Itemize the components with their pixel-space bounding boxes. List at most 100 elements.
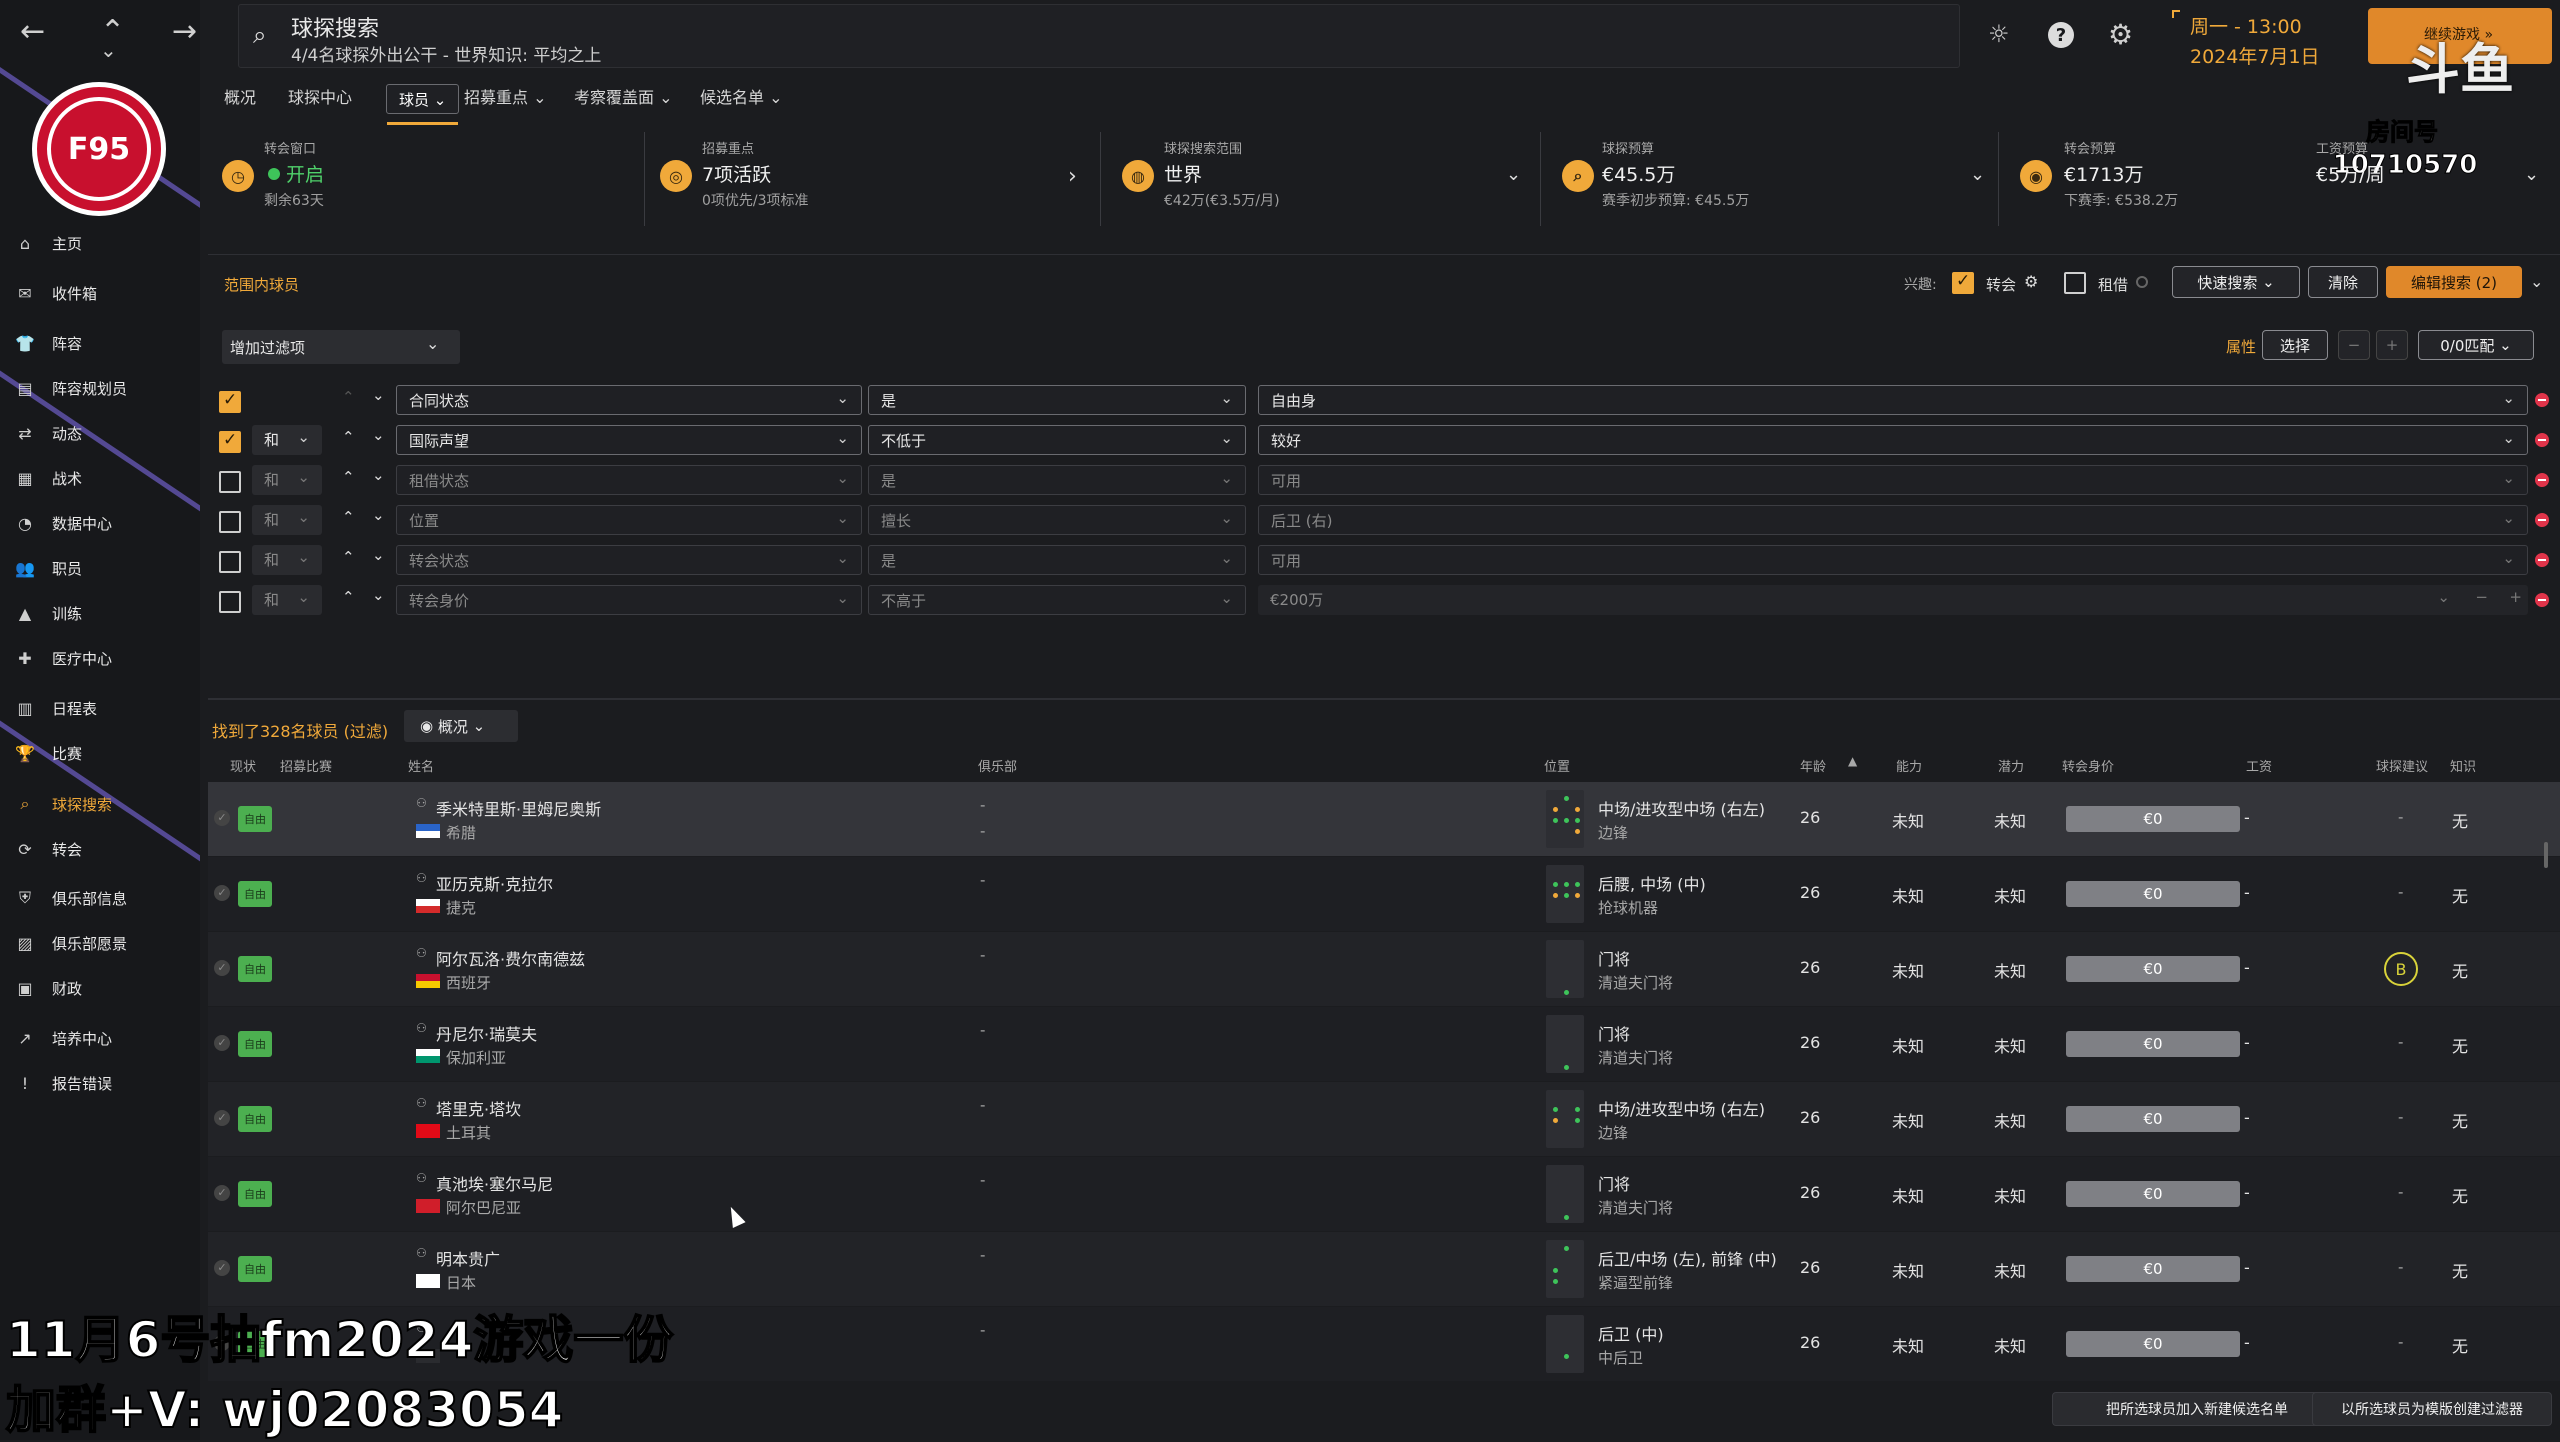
col-status[interactable]: 现状 [230,756,256,775]
sidebar-item-7[interactable]: 👥 职员 [0,548,200,588]
sidebar-item-4[interactable]: ⇄ 动态 [0,413,200,453]
sidebar-item-17[interactable]: ↗ 培养中心 [0,1018,200,1058]
club-crest[interactable]: F95 [32,82,166,216]
filter-enable-checkbox[interactable] [219,591,241,613]
and-dropdown[interactable]: 和 ⌄ [252,465,322,495]
and-dropdown[interactable]: 和 ⌄ [252,585,322,615]
brain-icon[interactable]: ☼ [1988,20,2010,48]
scrollbar-thumb[interactable] [2544,842,2548,868]
move-down-icon[interactable]: ⌄ [372,426,385,444]
col-club[interactable]: 俱乐部 [978,756,1017,775]
chevron-down-icon[interactable]: ⌄ [1506,164,1521,185]
filter-operator-dropdown[interactable]: 擅长 ⌄ [868,505,1246,535]
plus-button[interactable]: + [2376,330,2408,360]
filter-value-dropdown[interactable]: 可用 ⌄ [1258,465,2528,495]
sidebar-item-9[interactable]: ✚ 医疗中心 [0,638,200,678]
match-dropdown[interactable]: 0/0匹配 ⌄ [2418,330,2534,360]
filter-enable-checkbox[interactable] [219,471,241,493]
col-name[interactable]: 姓名 [408,756,434,775]
sidebar-item-16[interactable]: ▣ 财政 [0,968,200,1008]
card-scout-range[interactable]: ◍ 球探搜索范围 世界 €42万(€3.5万/月) ⌄ [1120,128,1540,228]
player-name[interactable]: 季米特里斯·里姆尼奥斯 [436,796,601,820]
filter-field-dropdown[interactable]: 转会身价 ⌄ [396,585,862,615]
sidebar-item-2[interactable]: 👕 阵容 [0,323,200,363]
chevron-down-icon[interactable]: ⌄ [2524,164,2539,185]
move-up-icon[interactable]: ⌃ [342,548,355,566]
remove-filter-icon[interactable] [2535,513,2549,527]
remove-filter-icon[interactable] [2535,473,2549,487]
search-box[interactable]: ⌕ 球探搜索 4/4名球探外出公干 - 世界知识: 平均之上 [238,4,1960,68]
sidebar-item-13[interactable]: ⟳ 转会 [0,829,200,869]
sidebar-item-6[interactable]: ◔ 数据中心 [0,503,200,543]
col-recommendation[interactable]: 球探建议 [2376,756,2428,775]
back-arrow-icon[interactable]: ← [20,14,45,49]
card-wage-budget[interactable]: 工资预算 €5万/周 ⌄ [2314,128,2544,228]
table-row[interactable]: ✓ 自由 ⚇ 阿尔瓦洛·费尔南德兹 西班牙 - 门将 清道夫门将 26 未知 未… [208,932,2560,1006]
filter-operator-dropdown[interactable]: 是 ⌄ [868,385,1246,415]
down-chevron-icon[interactable]: ⌄ [100,38,117,62]
move-down-icon[interactable]: ⌄ [372,546,385,564]
quick-search-button[interactable]: 快速搜索 ⌄ [2172,266,2300,298]
row-select-icon[interactable]: ✓ [214,1185,230,1201]
minus-button[interactable]: − [2338,330,2370,360]
add-filter-dropdown[interactable]: 增加过滤项 ⌄ [222,330,460,364]
filter-field-dropdown[interactable]: 转会状态 ⌄ [396,545,862,575]
player-name[interactable]: 真池埃·塞尔马尼 [436,1171,553,1195]
move-up-icon[interactable]: ⌃ [342,428,355,446]
plus-icon[interactable]: + [2509,588,2522,606]
view-dropdown[interactable]: ◉ 概况 ⌄ [404,710,518,742]
sidebar-item-14[interactable]: ⛨ 俱乐部信息 [0,878,200,918]
player-name[interactable]: 塔里克·塔坎 [436,1096,521,1120]
table-row[interactable]: ✓ 自由 ⚇ 季米特里斯·里姆尼奥斯 希腊 - - 中场/进攻型中场 (右左) … [208,782,2560,856]
table-row[interactable]: ✓ 自由 ⚇ 丹尼尔·瑞莫夫 保加利亚 - 门将 清道夫门将 26 未知 未知 … [208,1007,2560,1081]
move-down-icon[interactable]: ⌄ [372,586,385,604]
remove-filter-icon[interactable] [2535,593,2549,607]
gear-icon[interactable]: ⚙ [2024,272,2038,291]
and-dropdown[interactable]: 和 ⌄ [252,505,322,535]
filter-value-dropdown[interactable]: 后卫 (右) ⌄ [1258,505,2528,535]
player-name[interactable]: 亚历克斯·克拉尔 [436,871,553,895]
filter-value-dropdown[interactable]: 较好 ⌄ [1258,425,2528,455]
remove-filter-icon[interactable] [2535,433,2549,447]
remove-filter-icon[interactable] [2535,553,2549,567]
move-up-icon[interactable]: ⌃ [342,468,355,486]
filter-operator-dropdown[interactable]: 不低于 ⌄ [868,425,1246,455]
forward-arrow-icon[interactable]: → [172,14,197,49]
loan-gear-icon[interactable] [2136,276,2148,288]
col-recruit[interactable]: 招募比赛 [280,756,332,775]
card-scout-budget[interactable]: ⌕ 球探预算 €45.5万 赛季初步预算: €45.5万 ⌄ [1560,128,1990,228]
filter-field-dropdown[interactable]: 租借状态 ⌄ [396,465,862,495]
edit-search-button[interactable]: 编辑搜索 (2) [2386,266,2522,298]
transfer-checkbox[interactable] [1952,271,1974,294]
sidebar-item-8[interactable]: ▲ 训练 [0,593,200,633]
col-position[interactable]: 位置 [1544,756,1570,775]
minus-icon[interactable]: − [2475,588,2488,606]
filter-value-dropdown[interactable]: 可用 ⌄ [1258,545,2528,575]
tab-shortlist[interactable]: 候选名单 ⌄ [700,84,783,108]
clear-button[interactable]: 清除 [2308,266,2378,298]
filter-operator-dropdown[interactable]: 是 ⌄ [868,465,1246,495]
sidebar-item-0[interactable]: ⌂ 主页 [0,223,200,263]
chevron-down-icon[interactable]: ⌄ [2530,272,2543,291]
table-row[interactable]: ✓ 自由 ⚇ 塔里克·塔坎 土耳其 - 中场/进攻型中场 (右左) 边锋 26 … [208,1082,2560,1156]
sidebar-item-1[interactable]: ✉ 收件箱 [0,273,200,313]
tab-overview[interactable]: 概况 [224,84,256,108]
sidebar-item-12[interactable]: ⌕ 球探搜索 [0,784,200,824]
move-up-icon[interactable]: ⌃ [342,388,355,406]
col-wage[interactable]: 工资 [2246,756,2272,775]
table-row[interactable]: ✓ 自由 ⚇ 真池埃·塞尔马尼 阿尔巴尼亚 - 门将 清道夫门将 26 未知 未… [208,1157,2560,1231]
sidebar-item-18[interactable]: ! 报告错误 [0,1063,200,1103]
player-name[interactable]: 明本贵广 [436,1246,500,1270]
tab-players[interactable]: 球员 ⌄ [386,84,460,125]
filter-field-dropdown[interactable]: 国际声望 ⌄ [396,425,862,455]
card-recruit-focus[interactable]: ◎ 招募重点 7项活跃 0项优先/3项标准 › [658,128,1088,228]
filter-field-dropdown[interactable]: 位置 ⌄ [396,505,862,535]
sidebar-item-10[interactable]: ▥ 日程表 [0,688,200,728]
remove-filter-icon[interactable] [2535,393,2549,407]
col-value[interactable]: 转会身价 [2062,756,2114,775]
table-row[interactable]: ✓ 自由 ⚇ 明本贵广 日本 - 后卫/中场 (左), 前锋 (中) 紧逼型前锋… [208,1232,2560,1306]
help-icon[interactable]: ? [2048,22,2074,48]
chevron-down-icon[interactable]: ⌄ [1970,164,1985,185]
row-select-icon[interactable]: ✓ [214,1110,230,1126]
gear-icon[interactable]: ⚙ [2108,18,2133,51]
